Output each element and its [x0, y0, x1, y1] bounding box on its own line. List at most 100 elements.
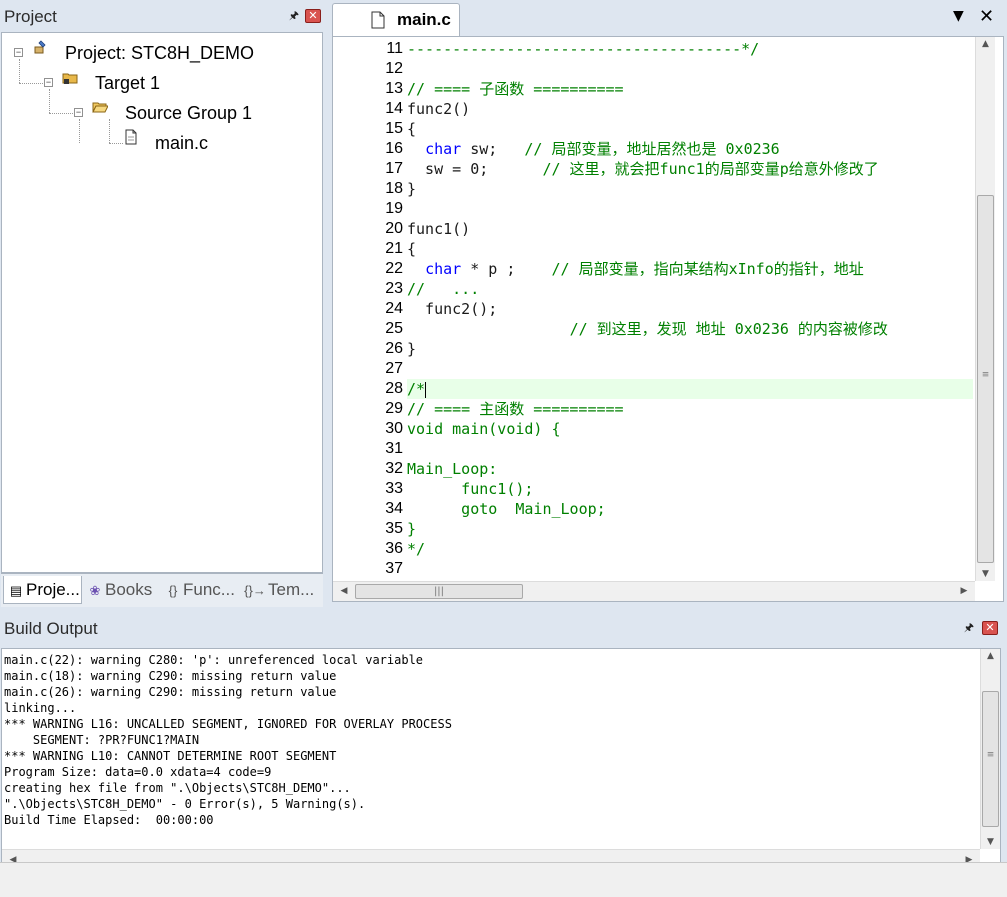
code-token: } [407, 340, 417, 358]
target-folder-icon [62, 73, 78, 84]
code-line[interactable]: sw = 0; // 这里，就会把func1的局部变量p给意外修改了 [407, 159, 879, 179]
line-number: 12 [385, 60, 403, 77]
code-line[interactable]: { [407, 119, 416, 139]
code-token: { [407, 240, 417, 258]
project-tree: − Project: STC8H_DEMO − Target 1 − Sourc… [1, 32, 323, 573]
code-line[interactable]: // 到这里，发现 地址 0x0236 的内容被修改 [407, 319, 888, 339]
c-file-icon [125, 129, 137, 145]
tab-books[interactable]: ❀ Books [83, 576, 160, 604]
line-number: 31 [385, 440, 403, 457]
pin-icon[interactable]: 🖈 [286, 10, 302, 24]
tree-node-main-c[interactable]: main.c [155, 130, 208, 156]
tree-node-target[interactable]: Target 1 [95, 70, 160, 96]
tree-node-project[interactable]: Project: STC8H_DEMO [65, 40, 254, 66]
code-line[interactable]: -------------------------------------*/ [407, 39, 759, 59]
build-output-line: creating hex file from ".\Objects\STC8H_… [4, 781, 351, 795]
build-vertical-scrollbar[interactable]: ▲ ≡ ▼ [980, 649, 1000, 849]
tab-project-label: Proje... [26, 580, 80, 599]
line-number: 16 [385, 140, 403, 157]
code-token: Main_Loop: [407, 460, 498, 478]
line-number: 34 [385, 500, 403, 517]
project-tab-icon: ▤ [9, 583, 23, 598]
tab-project[interactable]: ▤ Proje... [3, 576, 82, 604]
chevron-down-icon[interactable]: ▼ [953, 8, 964, 24]
code-line[interactable]: } [407, 339, 416, 359]
code-line[interactable]: func2() [407, 99, 470, 119]
line-number: 11 [386, 40, 403, 57]
grip-icon: ||| [433, 586, 445, 597]
code-line[interactable]: void main(void) { [407, 419, 561, 439]
code-token: void main(void) { [407, 420, 561, 438]
scroll-up-arrow-icon[interactable]: ▲ [976, 39, 995, 49]
build-output-line: ".\Objects\STC8H_DEMO" - 0 Error(s), 5 W… [4, 797, 366, 811]
code-token: -------------------------------------*/ [407, 40, 760, 58]
line-number: 29 [385, 400, 403, 417]
line-number: 23 [385, 280, 403, 297]
templates-icon: {}→ [244, 583, 266, 598]
scroll-right-arrow-icon[interactable]: ▶ [959, 586, 969, 596]
code-token: 0 [470, 160, 480, 178]
build-vertical-scroll-thumb[interactable]: ≡ [982, 691, 999, 827]
file-tab-main-c[interactable]: main.c [332, 3, 460, 36]
code-line[interactable]: // ... [407, 279, 479, 299]
code-token: char [425, 140, 462, 158]
code-line[interactable]: } [407, 179, 416, 199]
code-line[interactable]: { [407, 239, 416, 259]
scroll-down-arrow-icon[interactable]: ▼ [976, 569, 995, 579]
code-token: func2() [407, 100, 471, 118]
line-number: 19 [385, 200, 403, 217]
build-output-line: *** WARNING L10: CANNOT DETERMINE ROOT S… [4, 749, 337, 763]
scroll-up-arrow-icon[interactable]: ▲ [981, 651, 1000, 661]
close-project-panel-button[interactable]: ✕ [305, 9, 321, 23]
code-line[interactable]: func1() [407, 219, 470, 239]
close-icon[interactable]: ✕ [979, 6, 994, 27]
code-editor[interactable]: 11 12 13 14 15 16 17 18 19 20 21 22 23 24 25 26 27 28 29 30… [332, 36, 1004, 602]
project-panel-tabs: ▤ Proje... ❀ Books {} Func... {}→ Tem... [1, 573, 323, 607]
editor-window-buttons: ▼ ✕ [953, 6, 999, 27]
code-line[interactable]: // ==== 子函数 ========== [407, 79, 624, 99]
build-output-line: *** WARNING L16: UNCALLED SEGMENT, IGNOR… [4, 717, 452, 731]
tab-functions[interactable]: {} Func... [161, 576, 239, 604]
code-line[interactable]: // ==== 主函数 ========== [407, 399, 624, 419]
code-token: */ [407, 540, 426, 558]
line-number: 27 [385, 360, 403, 377]
collapse-project-toggle[interactable]: − [14, 48, 23, 57]
pin-icon[interactable]: 🖈 [961, 622, 977, 636]
code-line[interactable]: } [407, 519, 416, 539]
tab-templates[interactable]: {}→ Tem... [240, 576, 320, 604]
line-number: 17 [385, 160, 403, 177]
code-token: // 这里，就会把func1的局部变量p给意外修改了 [542, 160, 879, 178]
functions-icon: {} [168, 583, 178, 598]
build-output-line: linking... [4, 701, 77, 715]
code-token: // 局部变量，地址居然也是 0x0236 [524, 140, 780, 158]
code-line[interactable]: func2(); [407, 299, 497, 319]
collapse-target-toggle[interactable]: − [44, 78, 53, 87]
code-line[interactable]: Main_Loop: [407, 459, 497, 479]
grip-icon: ≡ [986, 750, 995, 760]
code-text-area[interactable]: -------------------------------------*/ /… [407, 37, 973, 581]
code-line[interactable]: char * p ; // 局部变量，指向某结构xInfo的指针，地址 [407, 259, 864, 279]
scroll-left-arrow-icon[interactable]: ◀ [339, 586, 349, 596]
line-number: 35 [385, 520, 403, 537]
code-line[interactable]: goto Main_Loop; [407, 499, 606, 519]
tab-functions-label: Func... [183, 580, 235, 599]
code-line[interactable]: func1(); [407, 479, 533, 499]
editor-vertical-scrollbar[interactable]: ▲ ≡ ▼ [975, 37, 995, 581]
build-output-text[interactable]: main.c(22): warning C280: 'p': unreferen… [1, 648, 1001, 872]
code-token: // 局部变量，指向某结构xInfo的指针，地址 [551, 260, 864, 278]
editor-vertical-scroll-thumb[interactable]: ≡ [977, 195, 994, 563]
scroll-down-arrow-icon[interactable]: ▼ [981, 837, 1000, 847]
current-code-line[interactable]: /* [407, 379, 973, 399]
editor-horizontal-scrollbar[interactable]: ◀ ||| ▶ [333, 581, 975, 601]
editor-horizontal-scroll-thumb[interactable]: ||| [355, 584, 523, 599]
code-line[interactable]: */ [407, 539, 425, 559]
tree-node-source-group[interactable]: Source Group 1 [125, 100, 252, 126]
project-panel-title: Project [4, 7, 57, 26]
code-token: // ... [407, 280, 480, 298]
collapse-group-toggle[interactable]: − [74, 108, 83, 117]
code-line[interactable]: char sw; // 局部变量，地址居然也是 0x0236 [407, 139, 780, 159]
code-token: // 到这里，发现 地址 0x0236 的内容被修改 [569, 320, 888, 338]
close-build-output-button[interactable]: ✕ [982, 621, 998, 635]
books-icon: ❀ [89, 583, 101, 598]
line-number: 30 [385, 420, 403, 437]
